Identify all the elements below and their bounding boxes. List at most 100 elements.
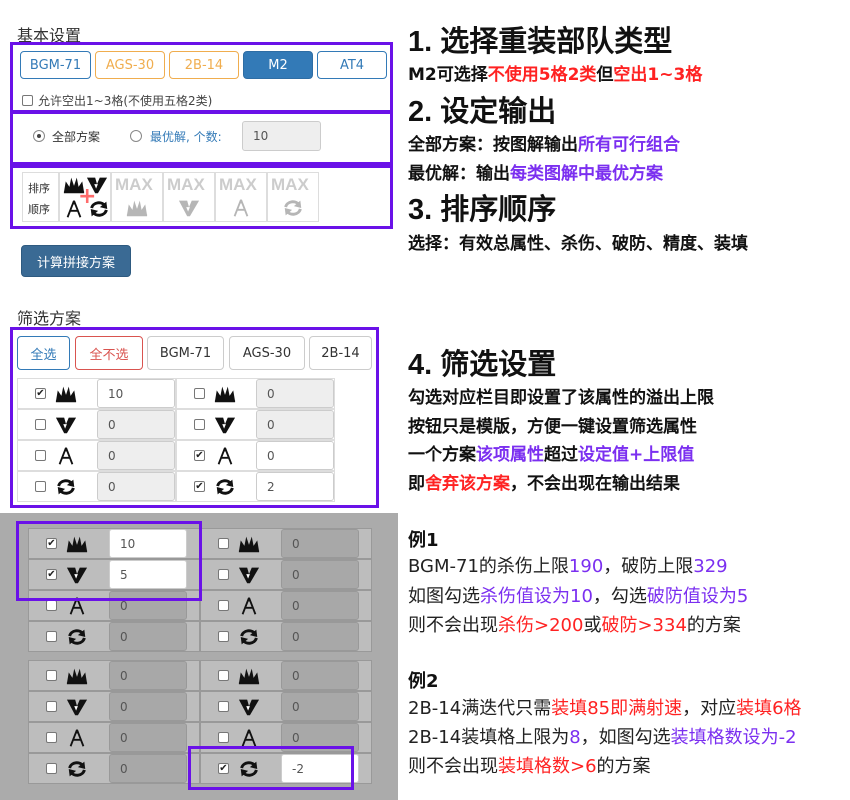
filter-checkbox[interactable]: ✔ <box>35 388 46 399</box>
filter-value-input[interactable]: 0 <box>97 441 175 470</box>
step2-title: 2. 设定输出 <box>408 96 557 128</box>
radio-best-plans[interactable] <box>130 130 142 142</box>
filter-value-input[interactable]: 0 <box>256 379 334 408</box>
filter-checkbox[interactable] <box>46 600 57 611</box>
v-shield-icon <box>178 198 200 218</box>
step2-line2: 最优解：输出每类图解中最优方案 <box>408 164 663 184</box>
filter-value-input[interactable]: 0 <box>109 754 187 783</box>
radio-best-label: 最优解, 个数: <box>150 130 222 144</box>
preset-bgm71-button[interactable]: BGM-71 <box>147 336 224 370</box>
filter-checkbox[interactable]: ✔ <box>194 481 205 492</box>
preset-ags30-button[interactable]: AGS-30 <box>229 336 305 370</box>
type-button-at4[interactable]: AT4 <box>317 51 387 79</box>
filter-value-input[interactable]: 0 <box>281 661 359 690</box>
filter-checkbox[interactable] <box>46 763 57 774</box>
select-all-button[interactable]: 全选 <box>17 336 70 370</box>
step4-line1: 勾选对应栏目即设置了该属性的溢出上限 <box>408 388 714 408</box>
filter-checkbox[interactable] <box>35 481 46 492</box>
type-button-bgm71[interactable]: BGM-71 <box>20 51 91 79</box>
crown-icon <box>126 198 148 218</box>
max-label-2: MAX <box>167 175 205 194</box>
filter-value-input[interactable]: 0 <box>281 591 359 620</box>
type-button-2b14[interactable]: 2B-14 <box>169 51 239 79</box>
reload-icon <box>66 627 88 647</box>
step2-line1: 全部方案：按图解输出所有可行组合 <box>408 135 680 155</box>
example1-line3: 则不会出现杀伤>200或破防>334的方案 <box>408 615 741 636</box>
v-shield-icon <box>238 697 260 717</box>
best-count-input[interactable]: 10 <box>242 121 321 151</box>
filter-value-input[interactable]: 0 <box>281 692 359 721</box>
filter-value-input[interactable]: 0 <box>256 441 334 470</box>
radio-all-plans[interactable] <box>33 130 45 142</box>
filter-checkbox[interactable] <box>194 388 205 399</box>
crown-icon <box>55 384 77 404</box>
filter-value-input[interactable]: 2 <box>256 472 334 501</box>
step4-line4: 即舍弃该方案，不会出现在输出结果 <box>408 474 680 494</box>
example2-line1: 2B-14满迭代只需装填85即满射速，对应装填6格 <box>408 698 802 719</box>
example1-title: 例1 <box>408 530 439 551</box>
v-shield-icon <box>55 415 77 435</box>
compass-icon <box>214 446 236 466</box>
filter-value-input[interactable]: 0 <box>97 472 175 501</box>
step1-title: 1. 选择重装部队类型 <box>408 26 673 58</box>
filter-checkbox[interactable] <box>218 631 229 642</box>
filter-checkbox[interactable] <box>46 670 57 681</box>
filter-checkbox[interactable] <box>218 732 229 743</box>
filter-checkbox[interactable] <box>35 419 46 430</box>
preset-2b14-button[interactable]: 2B-14 <box>309 336 372 370</box>
step4-line2: 按钮只是模版，方便一键设置筛选属性 <box>408 417 697 437</box>
step1-line: M2可选择不使用5格2类但空出1~3格 <box>408 65 703 85</box>
crown-icon <box>238 534 260 554</box>
plus-icon: + <box>78 184 97 209</box>
max-label-4: MAX <box>271 175 309 194</box>
reload-icon <box>55 477 77 497</box>
filter-checkbox[interactable] <box>194 419 205 430</box>
filter-value-input[interactable]: 0 <box>109 622 187 651</box>
v-shield-icon <box>66 697 88 717</box>
max-label-3: MAX <box>219 175 257 194</box>
allow-empty-checkbox[interactable] <box>22 95 33 106</box>
crown-icon <box>214 384 236 404</box>
select-none-button[interactable]: 全不选 <box>75 336 143 370</box>
filter-value-input[interactable]: 0 <box>109 661 187 690</box>
example2-highlight <box>188 746 354 790</box>
reload-icon <box>282 198 304 218</box>
filter-value-input[interactable]: 0 <box>109 692 187 721</box>
filter-checkbox[interactable] <box>218 600 229 611</box>
filter-value-input[interactable]: 10 <box>97 379 175 408</box>
v-shield-icon <box>238 565 260 585</box>
filter-value-input[interactable]: 0 <box>281 529 359 558</box>
reload-icon <box>238 627 260 647</box>
compass-icon <box>66 728 88 748</box>
example2-title: 例2 <box>408 671 439 692</box>
example1-highlight <box>16 521 202 601</box>
filter-value-input[interactable]: 0 <box>256 410 334 439</box>
compass-icon <box>238 596 260 616</box>
compute-button[interactable]: 计算拼接方案 <box>21 245 131 277</box>
filter-value-input[interactable]: 0 <box>109 723 187 752</box>
crown-icon <box>238 666 260 686</box>
filter-value-input[interactable]: 0 <box>97 410 175 439</box>
type-button-m2[interactable]: M2 <box>243 51 313 79</box>
filter-value-input[interactable]: 0 <box>281 560 359 589</box>
filter-checkbox[interactable]: ✔ <box>194 450 205 461</box>
filter-checkbox[interactable] <box>46 631 57 642</box>
filter-checkbox[interactable] <box>218 538 229 549</box>
max-label-1: MAX <box>115 175 153 194</box>
filter-checkbox[interactable] <box>218 569 229 580</box>
filter-checkbox[interactable] <box>46 701 57 712</box>
example2-line2: 2B-14装填格上限为8，如图勾选装填格数设为-2 <box>408 727 797 748</box>
filter-heading: 筛选方案 <box>17 309 82 328</box>
type-button-ags30[interactable]: AGS-30 <box>95 51 165 79</box>
compass-icon <box>230 198 252 218</box>
filter-value-input[interactable]: 0 <box>281 622 359 651</box>
filter-checkbox[interactable] <box>46 732 57 743</box>
step3-line: 选择：有效总属性、杀伤、破防、精度、装填 <box>408 234 748 254</box>
compass-icon <box>238 728 260 748</box>
step3-title: 3. 排序顺序 <box>408 194 557 226</box>
step4-line3: 一个方案该项属性超过设定值+上限值 <box>408 445 695 465</box>
filter-checkbox[interactable] <box>35 450 46 461</box>
left-panel: 基本设置 BGM-71 AGS-30 2B-14 M2 AT4 允许空出1~3格… <box>0 0 398 800</box>
filter-checkbox[interactable] <box>218 670 229 681</box>
filter-checkbox[interactable] <box>218 701 229 712</box>
